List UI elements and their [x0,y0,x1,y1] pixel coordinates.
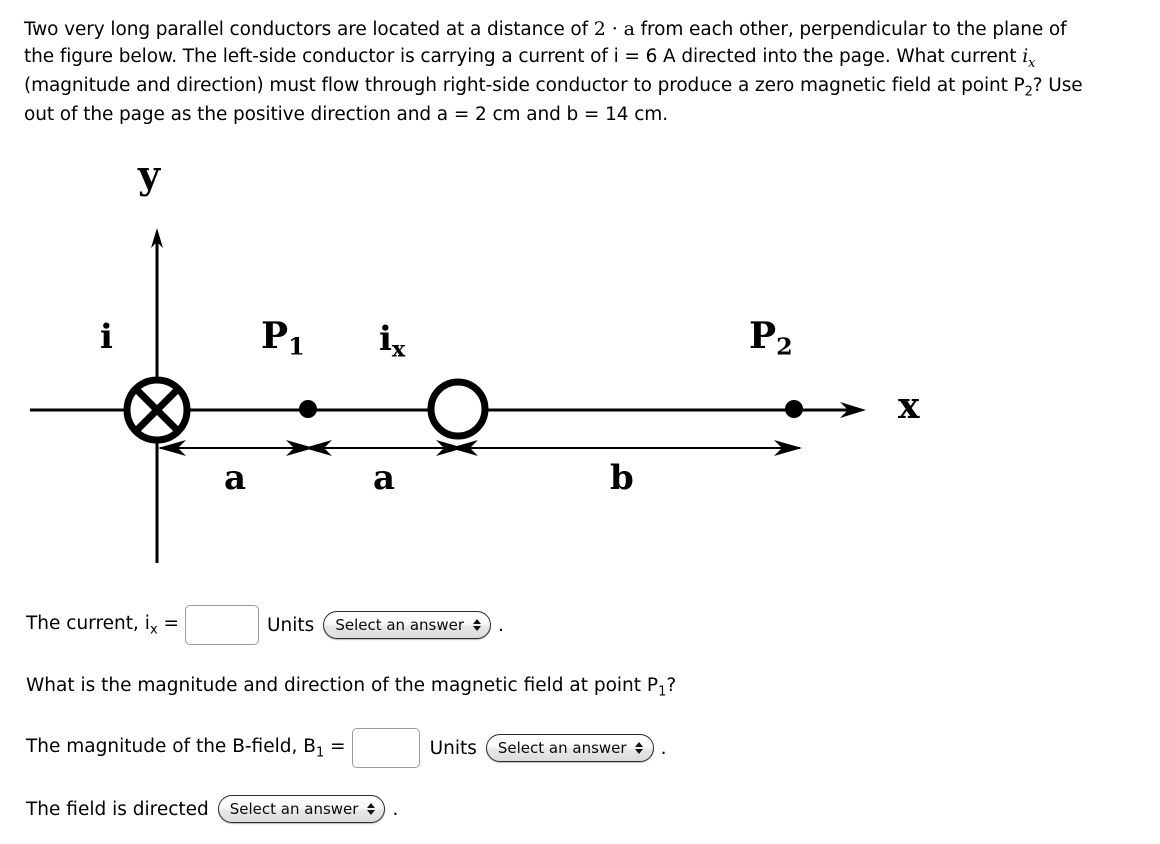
point-p1-subscript: 1 [288,332,305,361]
answer-row-bfield: The magnitude of the B-field, B1 = Units… [26,728,666,768]
point-p2-dot [785,400,803,418]
current-units-label: Units [267,614,315,636]
x-axis-label: x [898,385,920,427]
point-p1-dot [299,400,317,418]
bfield-units-label: Units [429,737,477,759]
math-expression-2a: 2 · a [593,18,635,40]
y-axis-label: y [138,152,161,197]
bfield-answer-label-text: The magnitude of the B-field, B [26,735,316,757]
question-bfield-prompt-text: What is the magnitude and direction of t… [26,675,659,696]
direction-answer-label: The field is directed [26,798,209,820]
dimension-label-b: b [610,458,634,498]
bfield-units-select-value: Select an answer [497,739,627,757]
bfield-units-select[interactable]: Select an answer [485,734,654,762]
current-answer-label-equals: = [157,612,179,634]
dimension-label-a-left: a [224,458,247,498]
current-row-period: . [498,614,504,636]
bfield-value-input[interactable] [351,728,420,768]
math-expression-ix: ix [1022,45,1035,71]
diagram-svg [30,228,866,563]
physics-problem-page: Two very long parallel conductors are lo… [0,0,1160,844]
current-answer-label-sub: x [149,622,158,638]
chevron-updown-icon [366,801,375,817]
point-p2-label: P2 [749,318,793,359]
current-i-label: i [100,317,113,357]
problem-text-part-1: Two very long parallel conductors are lo… [24,19,594,40]
bfield-row-period: . [660,737,667,759]
current-answer-label-text: The current, i [26,612,150,634]
math-ix-subscript: x [1028,56,1036,72]
current-ix-label: ix [379,322,405,361]
current-answer-label: The current, ix = [26,613,179,638]
current-units-select[interactable]: Select an answer [323,611,491,639]
bfield-answer-label: The magnitude of the B-field, B1 = [26,736,346,761]
problem-statement: Two very long parallel conductors are lo… [24,16,1084,129]
point-p1-label: P1 [261,318,305,359]
bfield-answer-label-sub: 1 [315,745,325,761]
chevron-updown-icon [472,617,481,633]
direction-select[interactable]: Select an answer [217,795,386,823]
bfield-answer-label-equals: = [324,735,346,757]
dimension-label-a-right: a [373,458,396,498]
chevron-updown-icon [635,740,644,756]
point-p2-letter: P [749,315,777,357]
question-bfield-prompt: What is the magnitude and direction of t… [26,675,676,700]
point-p2-subscript: 2 [776,332,793,361]
conductor-out-of-page-circle [427,378,489,440]
current-ix-letter: i [379,319,392,359]
answer-row-current: The current, ix = Units Select an answer… [26,605,504,645]
direction-row-period: . [392,798,399,820]
current-units-select-value: Select an answer [335,616,464,634]
problem-text-part-3: (magnitude and direction) must flow thro… [24,75,1025,97]
question-bfield-prompt-qmark: ? [666,675,677,696]
direction-select-value: Select an answer [229,800,359,818]
point-p1-letter: P [261,315,289,357]
answer-row-direction: The field is directed Select an answer . [26,795,398,823]
problem-p2-subscript: 2 [1024,85,1033,101]
current-ix-subscript: x [391,336,406,363]
current-value-input[interactable] [185,605,259,645]
magnetic-field-diagram: y x i P1 ix P2 a a b [0,138,1000,598]
